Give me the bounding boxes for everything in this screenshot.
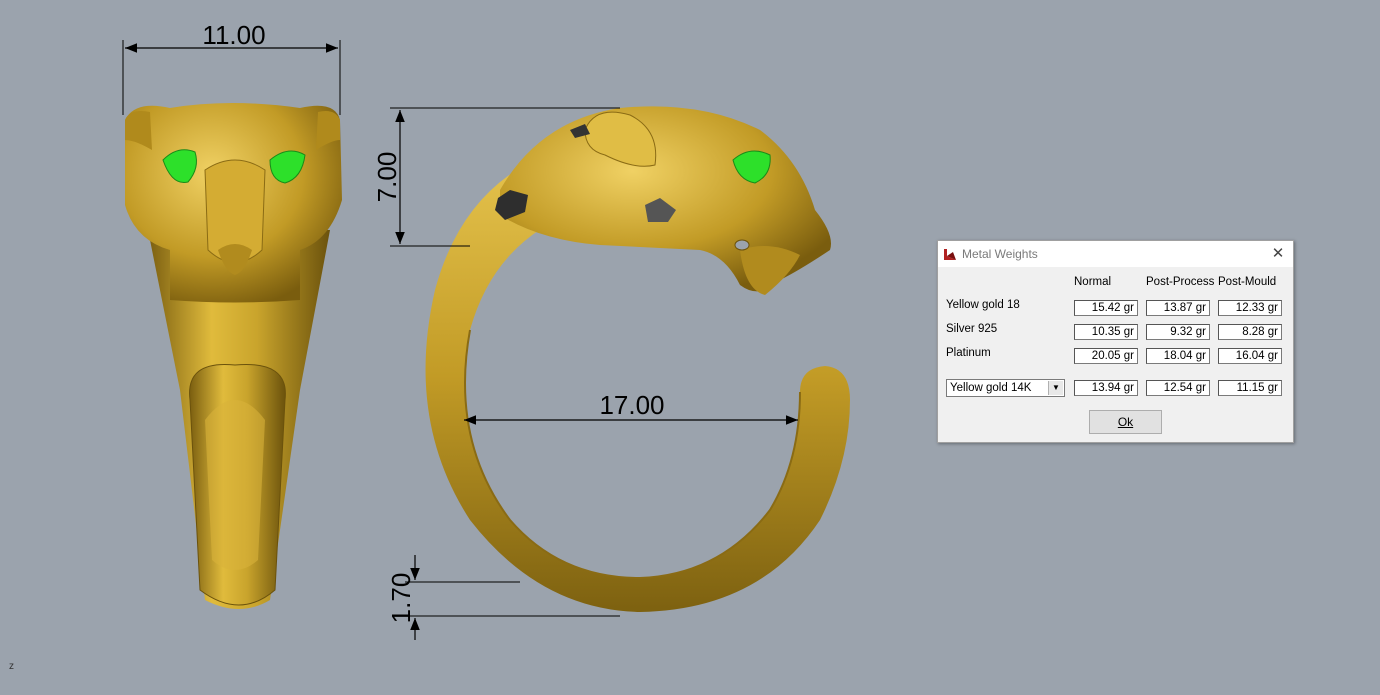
app-icon <box>944 249 956 260</box>
dimension-inner-diameter: 17.00 <box>464 390 798 425</box>
weight-field[interactable]: 12.33 gr <box>1218 300 1282 316</box>
weight-field[interactable]: 9.32 gr <box>1146 324 1210 340</box>
row-label-yellow-gold-18: Yellow gold 18 <box>946 299 1020 311</box>
dimension-inner-diameter-label: 17.00 <box>599 390 664 420</box>
chevron-down-icon[interactable]: ▼ <box>1048 381 1063 395</box>
row-label-silver-925: Silver 925 <box>946 323 998 335</box>
dimension-front-width-label: 11.00 <box>202 20 265 50</box>
weight-field[interactable]: 18.04 gr <box>1146 348 1210 364</box>
weight-field[interactable]: 20.05 gr <box>1074 348 1138 364</box>
row-label-platinum: Platinum <box>946 347 991 359</box>
metal-weights-dialog[interactable]: Metal Weights ✕ Normal Post-Process Post… <box>937 240 1294 443</box>
dimension-head-height-label: 7.00 <box>372 152 402 203</box>
dialog-titlebar[interactable]: Metal Weights ✕ <box>938 241 1293 267</box>
column-header-normal: Normal <box>1074 276 1112 288</box>
weight-field[interactable]: 10.35 gr <box>1074 324 1138 340</box>
dialog-title: Metal Weights <box>962 247 1038 261</box>
weight-field[interactable]: 12.54 gr <box>1146 380 1210 396</box>
ok-button-label: Ok <box>1117 415 1134 429</box>
ring-front-view <box>125 103 342 609</box>
weight-field[interactable]: 13.94 gr <box>1074 380 1138 396</box>
weight-field[interactable]: 13.87 gr <box>1146 300 1210 316</box>
ring-side-view <box>425 106 850 612</box>
weight-field[interactable]: 15.42 gr <box>1074 300 1138 316</box>
dimension-front-width: 11.00 <box>122 20 341 115</box>
close-icon[interactable]: ✕ <box>1267 244 1289 264</box>
alloy-select-value: Yellow gold 14K <box>950 382 1032 394</box>
dimension-band-thickness-label: 1.70 <box>386 573 416 624</box>
ok-button[interactable]: Ok <box>1089 410 1162 434</box>
column-header-post-mould: Post-Mould <box>1218 276 1277 288</box>
weight-field[interactable]: 11.15 gr <box>1218 380 1282 396</box>
alloy-select[interactable]: Yellow gold 14K ▼ <box>946 379 1065 397</box>
weight-field[interactable]: 16.04 gr <box>1218 348 1282 364</box>
axis-z-label: z <box>9 661 14 672</box>
column-header-post-process: Post-Process <box>1146 276 1215 288</box>
weight-field[interactable]: 8.28 gr <box>1218 324 1282 340</box>
